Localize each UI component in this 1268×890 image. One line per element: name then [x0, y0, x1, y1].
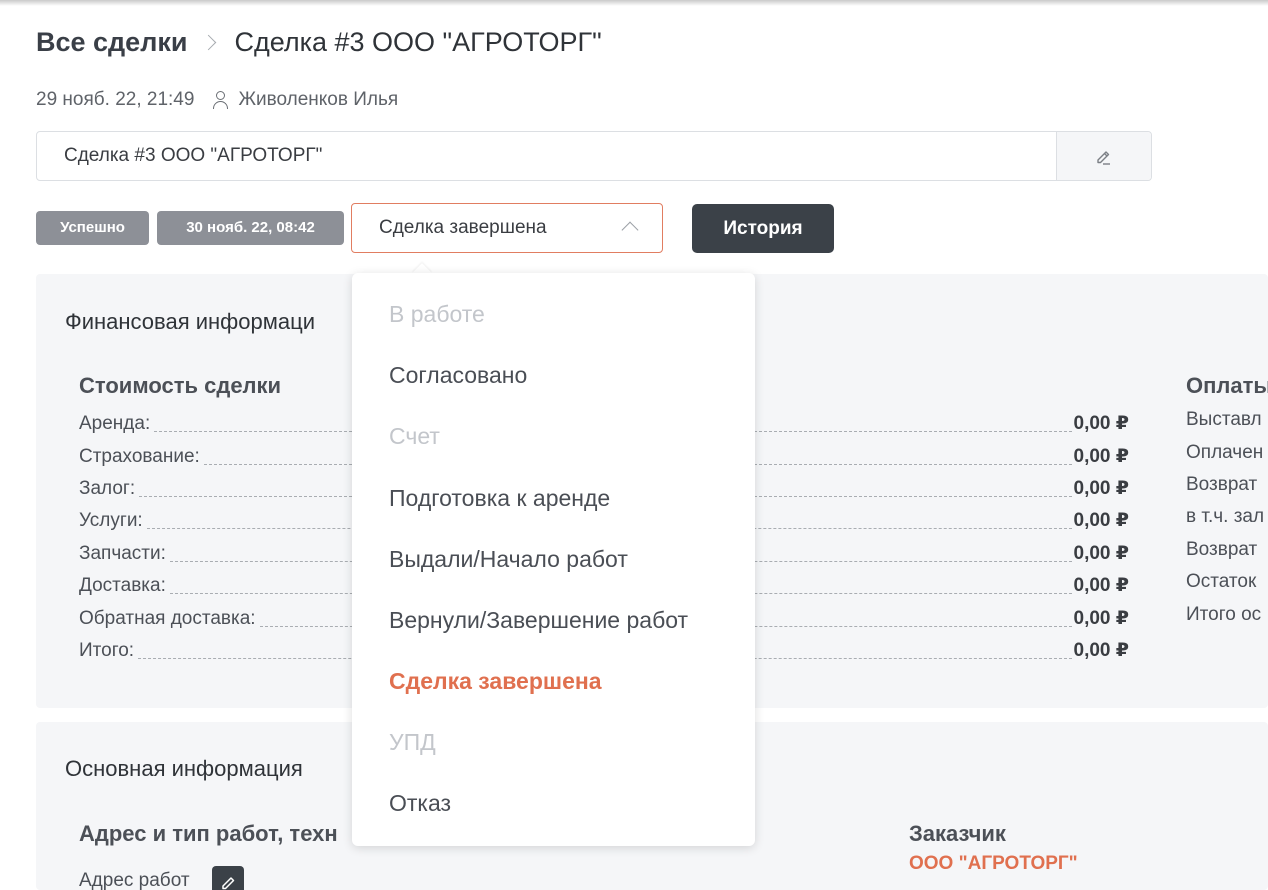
- status-date-badge: 30 нояб. 22, 08:42: [157, 211, 344, 245]
- cost-label: Обратная доставка:: [79, 608, 256, 629]
- payment-row: в т.ч. зал: [1186, 506, 1265, 527]
- payment-row: Итого ос: [1186, 604, 1262, 625]
- pencil-icon: [222, 877, 235, 890]
- cost-value: 0,00 ₽: [1073, 575, 1129, 596]
- financial-info-title: Финансовая информаци: [65, 309, 315, 334]
- cost-label: Услуги:: [79, 510, 143, 531]
- main-info-title: Основная информация: [65, 756, 303, 781]
- status-option-in-work: В работе: [389, 301, 485, 327]
- status-option-agreed[interactable]: Согласовано: [389, 362, 527, 389]
- cost-value: 0,00 ₽: [1073, 478, 1129, 499]
- cost-label: Аренда:: [79, 413, 151, 434]
- payment-row: Выставл: [1186, 409, 1262, 430]
- pencil-icon: [1097, 151, 1110, 165]
- payment-row: Возврат: [1186, 539, 1258, 560]
- status-badge: Успешно: [36, 211, 149, 245]
- window-top-shadow: [0, 0, 1268, 6]
- cost-label: Итого:: [79, 640, 135, 661]
- cost-value: 0,00 ₽: [1073, 510, 1129, 531]
- deal-created-datetime: 29 нояб. 22, 21:49: [36, 89, 195, 110]
- cost-value: 0,00 ₽: [1073, 543, 1129, 564]
- chevron-up-icon: [621, 221, 639, 239]
- cost-label: Запчасти:: [79, 543, 166, 564]
- payment-row: Возврат: [1186, 474, 1258, 495]
- cost-value: 0,00 ₽: [1073, 640, 1129, 661]
- customer-heading: Заказчик: [909, 821, 1006, 846]
- address-heading: Адрес и тип работ, техн: [79, 821, 338, 846]
- cost-label: Доставка:: [79, 575, 166, 596]
- customer-link[interactable]: ООО "АГРОТОРГ": [909, 853, 1078, 875]
- status-option-returned[interactable]: Вернули/Завершение работ: [389, 607, 688, 634]
- status-option-issued[interactable]: Выдали/Начало работ: [389, 546, 628, 573]
- payment-row: Остаток: [1186, 571, 1257, 592]
- deal-title-input[interactable]: [37, 132, 1056, 180]
- deal-status-selected-value: Сделка завершена: [379, 217, 547, 238]
- page-title: Сделка #3 ООО "АГРОТОРГ": [234, 26, 602, 57]
- payment-row: Оплачен: [1186, 442, 1264, 463]
- edit-address-button[interactable]: [212, 866, 244, 890]
- cost-value: 0,00 ₽: [1073, 413, 1129, 434]
- user-icon: [212, 90, 230, 110]
- cost-label: Страхование:: [79, 446, 200, 467]
- cost-value: 0,00 ₽: [1073, 608, 1129, 629]
- cost-value: 0,00 ₽: [1073, 446, 1129, 467]
- status-option-upd: УПД: [389, 729, 436, 755]
- deal-author: Живоленков Илья: [238, 89, 399, 110]
- deal-title-field: [36, 131, 1152, 181]
- status-dropdown-menu: В работе Согласовано Счет Подготовка к а…: [352, 273, 755, 846]
- breadcrumb: Все сделки Сделка #3 ООО "АГРОТОРГ": [36, 24, 602, 60]
- history-button[interactable]: История: [692, 204, 834, 253]
- payments-heading: Оплаты: [1186, 373, 1268, 398]
- address-label: Адрес работ: [79, 870, 190, 890]
- status-option-invoice: Счет: [389, 423, 440, 449]
- status-option-rent-preparation[interactable]: Подготовка к аренде: [389, 485, 610, 512]
- cost-label: Залог:: [79, 478, 136, 499]
- deal-cost-heading: Стоимость сделки: [79, 373, 282, 398]
- chevron-right-icon: [201, 34, 217, 50]
- status-option-refusal[interactable]: Отказ: [389, 790, 451, 817]
- status-option-completed[interactable]: Сделка завершена: [389, 668, 602, 695]
- deal-meta: 29 нояб. 22, 21:49 Живоленков Илья: [36, 88, 398, 112]
- edit-title-button[interactable]: [1056, 132, 1151, 180]
- deal-status-select[interactable]: Сделка завершена: [351, 203, 663, 253]
- breadcrumb-all-deals-link[interactable]: Все сделки: [36, 27, 187, 58]
